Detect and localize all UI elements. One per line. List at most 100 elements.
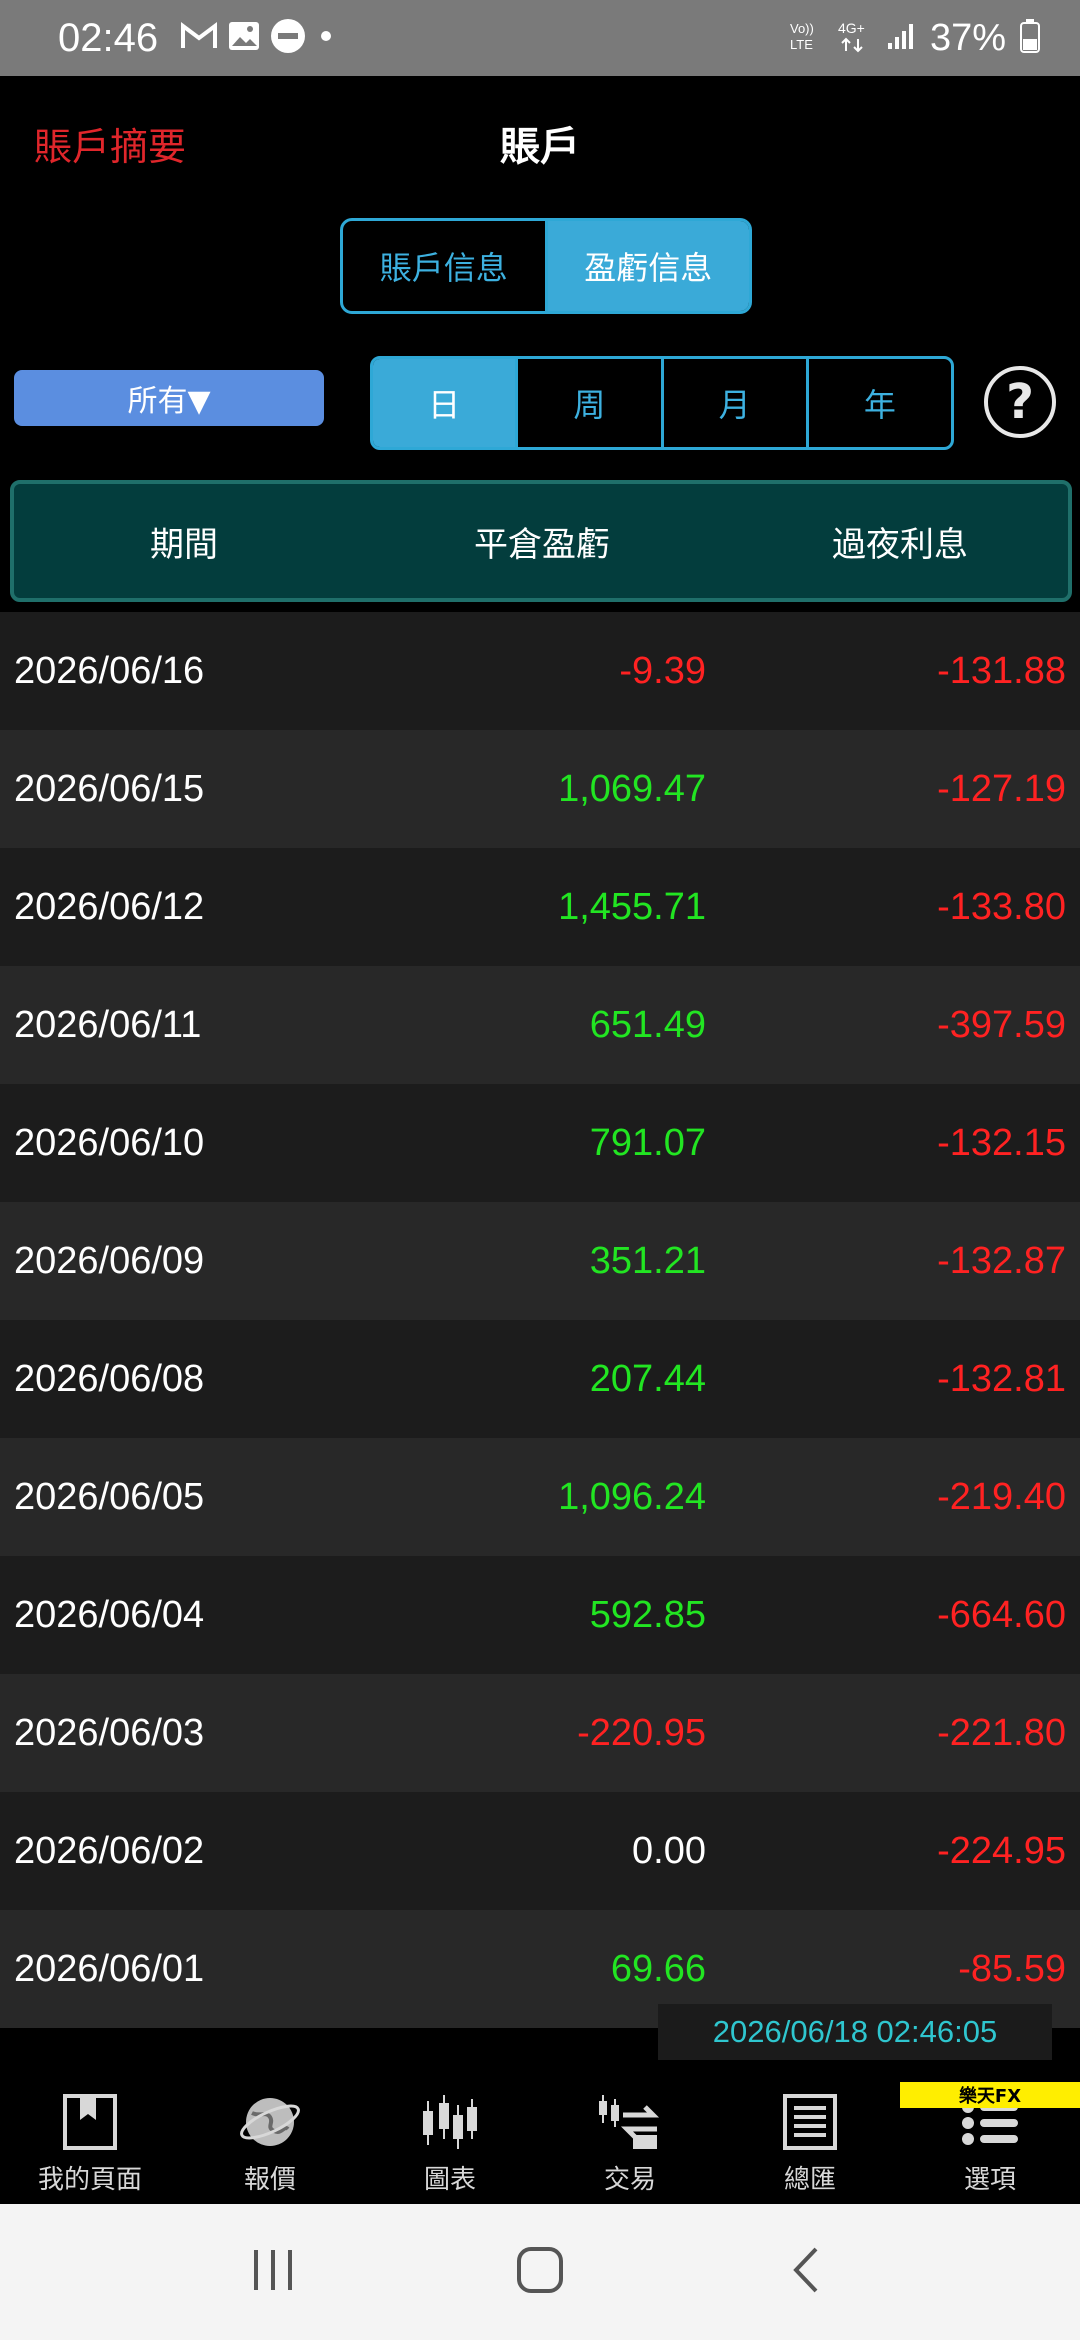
table-row[interactable]: 2026/06/04 592.85 -664.60 bbox=[0, 1556, 1080, 1674]
nav-label: 交易 bbox=[603, 2165, 656, 2195]
row-date: 2026/06/08 bbox=[14, 1357, 205, 1400]
info-tabs: 賬戶信息 盈虧信息 bbox=[340, 218, 752, 314]
page-title: 賬戶 bbox=[500, 124, 580, 170]
row-closed-pl: 1,096.24 bbox=[558, 1475, 706, 1518]
notification-icons bbox=[180, 18, 336, 58]
table-row[interactable]: 2026/06/02 0.00 -224.95 bbox=[0, 1792, 1080, 1910]
row-overnight-interest: -127.19 bbox=[937, 767, 1066, 810]
row-closed-pl: 1,455.71 bbox=[558, 885, 706, 928]
do-not-disturb-icon bbox=[270, 18, 306, 58]
filter-dropdown[interactable]: 所有▼ bbox=[14, 370, 324, 426]
candlestick-icon bbox=[418, 2093, 482, 2151]
notification-dot-icon bbox=[316, 26, 336, 50]
tab-week[interactable]: 周 bbox=[515, 359, 660, 447]
battery-percent: 37% bbox=[929, 16, 1006, 59]
row-closed-pl: 351.21 bbox=[589, 1239, 706, 1282]
row-date: 2026/06/04 bbox=[14, 1593, 205, 1636]
tab-account-info[interactable]: 賬戶信息 bbox=[343, 221, 545, 311]
row-overnight-interest: -132.15 bbox=[937, 1121, 1066, 1164]
row-closed-pl: 207.44 bbox=[589, 1357, 706, 1400]
row-date: 2026/06/16 bbox=[14, 649, 205, 692]
row-overnight-interest: -85.59 bbox=[958, 1947, 1066, 1990]
table-row[interactable]: 2026/06/15 1,069.47 -127.19 bbox=[0, 730, 1080, 848]
signal-icon bbox=[886, 21, 916, 55]
row-overnight-interest: -664.60 bbox=[937, 1593, 1066, 1636]
row-overnight-interest: -131.88 bbox=[937, 649, 1066, 692]
back-icon[interactable] bbox=[782, 2245, 832, 2299]
row-date: 2026/06/11 bbox=[14, 1003, 202, 1046]
row-date: 2026/06/05 bbox=[14, 1475, 205, 1518]
column-header-overnight-interest: 過夜利息 bbox=[832, 524, 968, 565]
row-date: 2026/06/10 bbox=[14, 1121, 205, 1164]
nav-label: 我的頁面 bbox=[37, 2165, 142, 2195]
system-nav-bar bbox=[0, 2204, 1080, 2340]
tab-year[interactable]: 年 bbox=[805, 359, 951, 447]
row-closed-pl: 1,069.47 bbox=[558, 767, 706, 810]
row-overnight-interest: -224.95 bbox=[937, 1829, 1066, 1872]
volte-icon: Vo)) LTE bbox=[788, 19, 822, 57]
row-date: 2026/06/09 bbox=[14, 1239, 205, 1282]
gallery-icon bbox=[228, 21, 260, 55]
nav-label: 報價 bbox=[243, 2165, 296, 2195]
recent-apps-icon[interactable] bbox=[248, 2245, 298, 2299]
row-overnight-interest: -221.80 bbox=[937, 1711, 1066, 1754]
row-date: 2026/06/02 bbox=[14, 1829, 205, 1872]
status-time: 02:46 bbox=[58, 15, 159, 60]
nav-quotes[interactable]: 報價 bbox=[180, 2080, 360, 2204]
table-row[interactable]: 2026/06/11 651.49 -397.59 bbox=[0, 966, 1080, 1084]
home-icon[interactable] bbox=[515, 2245, 565, 2299]
nav-label: 選項 bbox=[963, 2165, 1016, 2195]
update-timestamp: 2026/06/18 02:46:05 bbox=[658, 2004, 1052, 2060]
nav-my-page[interactable]: 我的頁面 bbox=[0, 2080, 180, 2204]
trade-icon bbox=[595, 2093, 665, 2151]
row-overnight-interest: -397.59 bbox=[937, 1003, 1066, 1046]
tab-day[interactable]: 日 bbox=[373, 359, 516, 447]
row-closed-pl: 592.85 bbox=[589, 1593, 706, 1636]
list-document-icon bbox=[782, 2093, 838, 2151]
svg-text:Vo)): Vo)) bbox=[790, 21, 814, 36]
row-overnight-interest: -219.40 bbox=[937, 1475, 1066, 1518]
row-date: 2026/06/15 bbox=[14, 767, 205, 810]
bookmark-icon bbox=[62, 2093, 118, 2151]
row-closed-pl: 651.49 bbox=[589, 1003, 706, 1046]
period-tabs: 日 周 月 年 bbox=[370, 356, 954, 450]
nav-summary[interactable]: 總匯 bbox=[720, 2080, 900, 2204]
tab-pl-info[interactable]: 盈虧信息 bbox=[544, 221, 749, 311]
row-overnight-interest: -132.81 bbox=[937, 1357, 1066, 1400]
table-row[interactable]: 2026/06/16 -9.39 -131.88 bbox=[0, 612, 1080, 730]
battery-icon bbox=[1020, 19, 1040, 57]
column-header-closed-pl: 平倉盈虧 bbox=[474, 524, 610, 565]
svg-text:LTE: LTE bbox=[790, 37, 813, 52]
nav-label: 總匯 bbox=[783, 2165, 836, 2195]
row-date: 2026/06/01 bbox=[14, 1947, 205, 1990]
table-row[interactable]: 2026/06/12 1,455.71 -133.80 bbox=[0, 848, 1080, 966]
table-row[interactable]: 2026/06/03 -220.95 -221.80 bbox=[0, 1674, 1080, 1792]
row-closed-pl: 791.07 bbox=[589, 1121, 706, 1164]
svg-text:4G+: 4G+ bbox=[838, 20, 865, 36]
nav-trade[interactable]: 交易 bbox=[540, 2080, 720, 2204]
row-closed-pl: 0.00 bbox=[632, 1829, 706, 1872]
row-closed-pl: -9.39 bbox=[619, 649, 706, 692]
help-icon[interactable]: ? bbox=[984, 366, 1056, 438]
table-row[interactable]: 2026/06/05 1,096.24 -219.40 bbox=[0, 1438, 1080, 1556]
nav-label: 圖表 bbox=[423, 2165, 476, 2195]
row-overnight-interest: -133.80 bbox=[937, 885, 1066, 928]
app-header: 賬戶摘要 賬戶 bbox=[0, 76, 1080, 208]
pl-table-body[interactable]: 2026/06/16 -9.39 -131.88 2026/06/15 1,069.47… bbox=[0, 612, 1080, 2080]
network-4g-icon: 4G+ bbox=[836, 19, 872, 57]
row-date: 2026/06/03 bbox=[14, 1711, 205, 1754]
row-overnight-interest: -132.87 bbox=[937, 1239, 1066, 1282]
tab-month[interactable]: 月 bbox=[660, 359, 806, 447]
row-closed-pl: 69.66 bbox=[610, 1947, 706, 1990]
table-row[interactable]: 2026/06/09 351.21 -132.87 bbox=[0, 1202, 1080, 1320]
brand-logo: 樂天FX bbox=[900, 2082, 1080, 2108]
gmail-icon bbox=[180, 22, 218, 54]
table-row[interactable]: 2026/06/08 207.44 -132.81 bbox=[0, 1320, 1080, 1438]
table-row[interactable]: 2026/06/10 791.07 -132.15 bbox=[0, 1084, 1080, 1202]
row-closed-pl: -220.95 bbox=[577, 1711, 706, 1754]
column-header-period: 期間 bbox=[150, 524, 218, 565]
table-header: 期間 平倉盈虧 過夜利息 bbox=[10, 480, 1072, 602]
globe-icon bbox=[238, 2093, 302, 2151]
nav-charts[interactable]: 圖表 bbox=[360, 2080, 540, 2204]
row-date: 2026/06/12 bbox=[14, 885, 205, 928]
